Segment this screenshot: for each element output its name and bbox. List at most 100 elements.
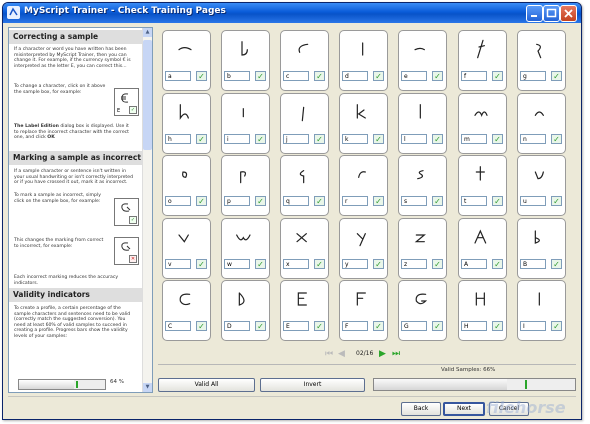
check-icon[interactable]: ✓ bbox=[432, 196, 443, 206]
sample-tile[interactable]: E ✓ bbox=[280, 280, 329, 341]
title-bar[interactable]: MyScript Trainer - Check Training Pages bbox=[3, 3, 581, 23]
sample-tile[interactable]: m ✓ bbox=[458, 93, 507, 154]
sample-label[interactable]: s bbox=[401, 196, 427, 206]
check-icon[interactable]: ✓ bbox=[492, 259, 503, 269]
check-icon[interactable]: ✓ bbox=[373, 71, 384, 81]
sample-label[interactable]: r bbox=[342, 196, 368, 206]
sample-tile[interactable]: B ✓ bbox=[517, 218, 566, 279]
check-icon[interactable]: ✓ bbox=[551, 71, 562, 81]
sample-tile[interactable]: y ✓ bbox=[339, 218, 388, 279]
sample-label[interactable]: a bbox=[165, 71, 191, 81]
sample-tile[interactable]: I ✓ bbox=[517, 280, 566, 341]
sample-tile[interactable]: n ✓ bbox=[517, 93, 566, 154]
sample-tile[interactable]: u ✓ bbox=[517, 155, 566, 216]
sample-tile[interactable]: k ✓ bbox=[339, 93, 388, 154]
maximize-button[interactable] bbox=[543, 5, 560, 22]
sample-label[interactable]: w bbox=[224, 259, 250, 269]
check-icon[interactable]: ✓ bbox=[314, 196, 325, 206]
sample-tile[interactable]: h ✓ bbox=[162, 93, 211, 154]
check-icon[interactable]: ✓ bbox=[492, 321, 503, 331]
sample-tile[interactable]: l ✓ bbox=[398, 93, 447, 154]
minimize-button[interactable] bbox=[526, 5, 543, 22]
scroll-thumb[interactable] bbox=[143, 40, 152, 150]
sample-tile[interactable]: c ✓ bbox=[280, 30, 329, 91]
valid-all-button[interactable]: Valid All bbox=[158, 378, 255, 392]
sample-label[interactable]: C bbox=[165, 321, 191, 331]
sample-tile[interactable]: x ✓ bbox=[280, 218, 329, 279]
check-icon[interactable]: ✓ bbox=[432, 134, 443, 144]
check-icon[interactable]: ✓ bbox=[196, 259, 207, 269]
sample-tile[interactable]: z ✓ bbox=[398, 218, 447, 279]
sample-label[interactable]: v bbox=[165, 259, 191, 269]
check-icon[interactable]: ✓ bbox=[492, 134, 503, 144]
sample-label[interactable]: G bbox=[401, 321, 427, 331]
check-icon[interactable]: ✓ bbox=[373, 321, 384, 331]
sample-label[interactable]: m bbox=[461, 134, 487, 144]
back-button[interactable]: Back bbox=[401, 402, 441, 416]
sample-tile[interactable]: s ✓ bbox=[398, 155, 447, 216]
sample-tile[interactable]: q ✓ bbox=[280, 155, 329, 216]
check-icon[interactable]: ✓ bbox=[551, 196, 562, 206]
sample-tile[interactable]: t ✓ bbox=[458, 155, 507, 216]
next-page-icon[interactable]: ▶ bbox=[379, 348, 386, 360]
check-icon[interactable]: ✓ bbox=[551, 134, 562, 144]
next-button[interactable]: Next bbox=[443, 402, 485, 416]
sample-tile[interactable]: G ✓ bbox=[398, 280, 447, 341]
check-icon[interactable]: ✓ bbox=[551, 321, 562, 331]
sample-label[interactable]: I bbox=[520, 321, 546, 331]
sample-label[interactable]: f bbox=[461, 71, 487, 81]
sample-tile[interactable]: A ✓ bbox=[458, 218, 507, 279]
last-page-icon[interactable]: ⏭ bbox=[392, 348, 400, 360]
sample-label[interactable]: p bbox=[224, 196, 250, 206]
check-icon[interactable]: ✓ bbox=[314, 321, 325, 331]
sample-label[interactable]: i bbox=[224, 134, 250, 144]
sample-label[interactable]: q bbox=[283, 196, 309, 206]
sample-label[interactable]: j bbox=[283, 134, 309, 144]
sample-label[interactable]: k bbox=[342, 134, 368, 144]
sample-tile[interactable]: p ✓ bbox=[221, 155, 270, 216]
check-icon[interactable]: ✓ bbox=[432, 71, 443, 81]
sample-label[interactable]: F bbox=[342, 321, 368, 331]
check-icon[interactable]: ✓ bbox=[255, 196, 266, 206]
check-icon[interactable]: ✓ bbox=[432, 259, 443, 269]
sample-label[interactable]: x bbox=[283, 259, 309, 269]
sample-tile[interactable]: a ✓ bbox=[162, 30, 211, 91]
invert-button[interactable]: Invert bbox=[260, 378, 365, 392]
scroll-up-arrow[interactable]: ▲ bbox=[143, 28, 152, 37]
sample-label[interactable]: l bbox=[401, 134, 427, 144]
sample-label[interactable]: D bbox=[224, 321, 250, 331]
sidebar-scrollbar[interactable]: ▲ ▼ bbox=[142, 28, 152, 392]
sample-tile[interactable]: b ✓ bbox=[221, 30, 270, 91]
sample-label[interactable]: b bbox=[224, 71, 250, 81]
check-icon[interactable]: ✓ bbox=[255, 71, 266, 81]
sample-label[interactable]: E bbox=[283, 321, 309, 331]
sample-tile[interactable]: H ✓ bbox=[458, 280, 507, 341]
sample-label[interactable]: u bbox=[520, 196, 546, 206]
sample-label[interactable]: d bbox=[342, 71, 368, 81]
sample-label[interactable]: e bbox=[401, 71, 427, 81]
sample-tile[interactable]: j ✓ bbox=[280, 93, 329, 154]
sample-label[interactable]: g bbox=[520, 71, 546, 81]
check-icon[interactable]: ✓ bbox=[492, 196, 503, 206]
first-page-icon[interactable]: ⏮ bbox=[325, 348, 333, 360]
check-icon[interactable]: ✓ bbox=[373, 196, 384, 206]
sample-tile[interactable]: r ✓ bbox=[339, 155, 388, 216]
sample-label[interactable]: y bbox=[342, 259, 368, 269]
sample-label[interactable]: n bbox=[520, 134, 546, 144]
sample-label[interactable]: h bbox=[165, 134, 191, 144]
check-icon[interactable]: ✓ bbox=[255, 259, 266, 269]
sample-label[interactable]: A bbox=[461, 259, 487, 269]
sample-label[interactable]: t bbox=[461, 196, 487, 206]
sample-tile[interactable]: g ✓ bbox=[517, 30, 566, 91]
check-icon[interactable]: ✓ bbox=[196, 196, 207, 206]
check-icon[interactable]: ✓ bbox=[314, 134, 325, 144]
check-icon[interactable]: ✓ bbox=[373, 134, 384, 144]
check-icon[interactable]: ✓ bbox=[551, 259, 562, 269]
sample-tile[interactable]: w ✓ bbox=[221, 218, 270, 279]
scroll-down-arrow[interactable]: ▼ bbox=[143, 383, 152, 392]
sample-tile[interactable]: F ✓ bbox=[339, 280, 388, 341]
sample-label[interactable]: H bbox=[461, 321, 487, 331]
sample-tile[interactable]: d ✓ bbox=[339, 30, 388, 91]
sample-tile[interactable]: i ✓ bbox=[221, 93, 270, 154]
sample-tile[interactable]: C ✓ bbox=[162, 280, 211, 341]
